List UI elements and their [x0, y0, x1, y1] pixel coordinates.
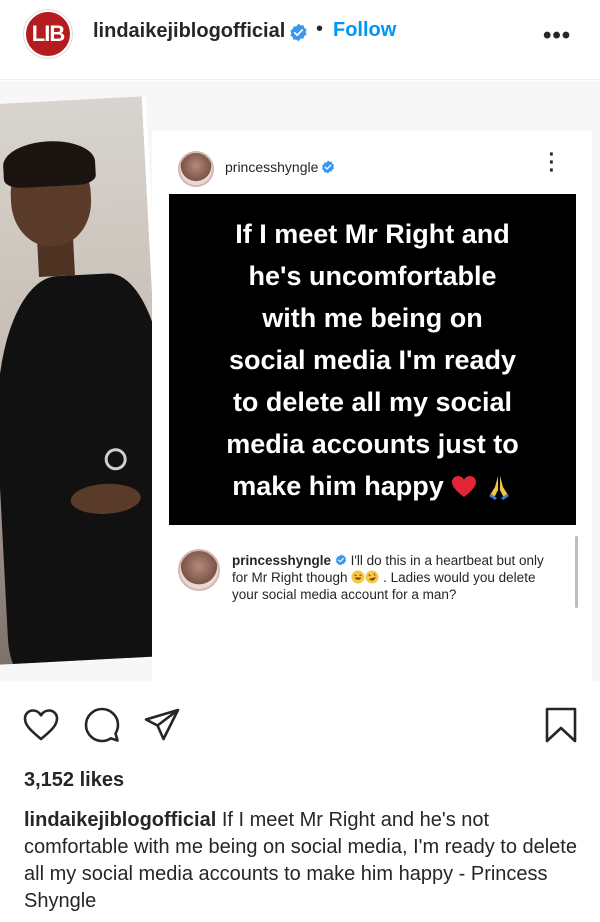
embedded-avatar: [178, 151, 214, 187]
follow-button[interactable]: Follow: [333, 19, 396, 42]
quote-line: to delete all my social: [232, 386, 513, 417]
post-header: LIB lindaikejiblogofficial • Follow •••: [0, 0, 600, 80]
username[interactable]: lindaikejiblogofficial: [93, 20, 285, 43]
photo-dress: [0, 270, 176, 667]
embedded-comment-avatar: [178, 549, 220, 591]
embedded-screenshot: princesshyngle · · · If I meet Mr Right an…: [152, 131, 592, 681]
embedded-comment-user: princesshyngle: [232, 553, 332, 568]
rofl-emoji-icon: [365, 570, 379, 584]
quote-box: If I meet Mr Right and he's uncomfortabl…: [169, 194, 576, 525]
avatar[interactable]: LIB: [24, 10, 72, 58]
caption-username[interactable]: lindaikejiblogofficial: [24, 809, 216, 831]
praying-hands-icon: [488, 476, 509, 501]
speech-bubble-icon[interactable]: [83, 706, 121, 744]
heart-outline-icon[interactable]: [22, 706, 60, 744]
bookmark-icon[interactable]: [542, 706, 580, 744]
embedded-comment: princesshyngle I'll do this in a heartbe…: [232, 552, 562, 603]
quote-text: If I meet Mr Right and he's uncomfortabl…: [226, 213, 519, 507]
photo-card: [0, 96, 176, 667]
embedded-username: princesshyngle: [225, 159, 319, 175]
embedded-more-icon: · · ·: [548, 144, 556, 182]
paper-plane-icon[interactable]: [143, 706, 181, 744]
quote-line: make him happy: [232, 470, 444, 501]
quote-line: If I meet Mr Right and: [235, 218, 510, 249]
quote-line: he's uncomfortable: [248, 260, 497, 291]
verified-badge-icon: [290, 23, 307, 42]
laughing-emoji-icon: [351, 570, 365, 584]
red-heart-icon: [452, 476, 477, 498]
photo-hair: [2, 138, 97, 189]
post-caption: lindaikejiblogofficial If I meet Mr Righ…: [24, 807, 584, 915]
quote-line: with me being on: [262, 302, 483, 333]
more-options-icon[interactable]: •••: [543, 22, 571, 50]
embedded-comment-verified-icon: [335, 554, 346, 566]
action-bar: [0, 690, 600, 750]
quote-line-last: make him happy: [226, 465, 519, 507]
separator-dot: •: [316, 18, 324, 40]
embedded-scrollbar: [575, 536, 578, 608]
likes-count[interactable]: 3,152 likes: [24, 769, 124, 792]
quote-line: media accounts just to: [226, 428, 519, 459]
post-image[interactable]: princesshyngle · · · If I meet Mr Right an…: [0, 81, 600, 681]
quote-line: social media I'm ready: [228, 344, 517, 375]
embedded-verified-icon: [322, 160, 334, 174]
